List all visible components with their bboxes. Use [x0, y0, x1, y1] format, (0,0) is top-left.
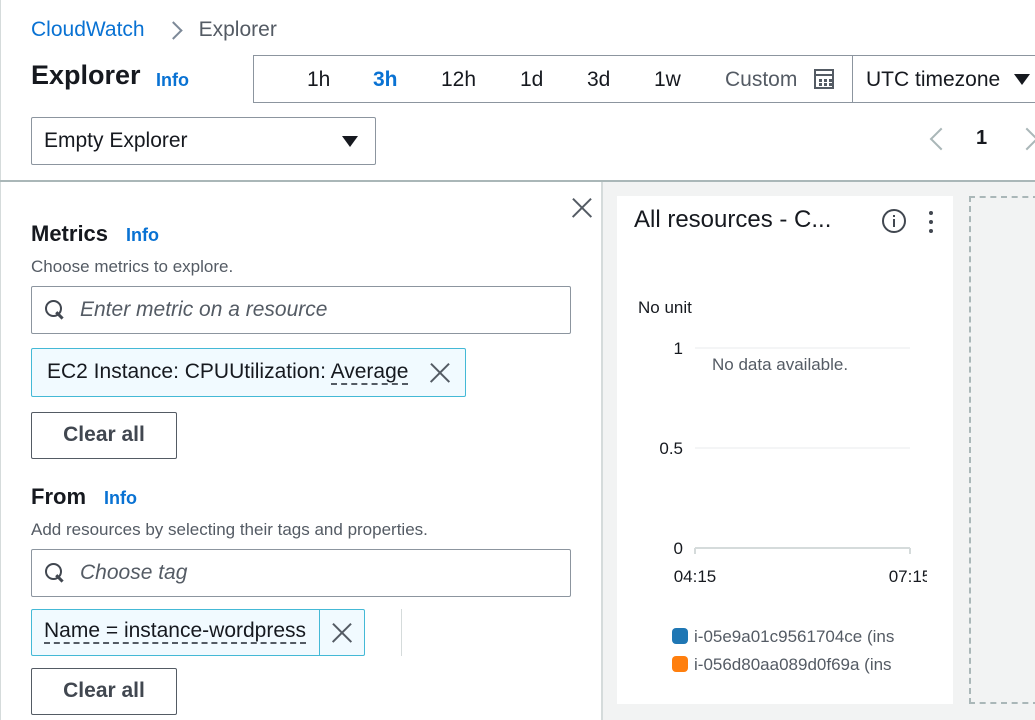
next-page-icon[interactable] — [1015, 127, 1035, 151]
search-icon — [45, 300, 64, 319]
metric-stat-dropdown[interactable]: Average — [330, 360, 409, 385]
pagination: 1 — [925, 123, 1035, 155]
y-tick-label: 0 — [674, 539, 683, 558]
y-tick-label: 1 — [674, 339, 683, 358]
from-clear-all-button[interactable]: Clear all — [31, 668, 177, 715]
widget-title[interactable]: All resources - C... — [634, 206, 831, 234]
time-range-1w[interactable]: 1w — [654, 68, 681, 92]
search-icon — [45, 563, 64, 582]
legend-swatch — [672, 628, 688, 644]
more-options-icon[interactable] — [927, 210, 935, 234]
x-tick-label: 07:15 — [889, 567, 927, 586]
close-icon[interactable] — [570, 196, 594, 220]
metric-search-placeholder: Enter metric on a resource — [80, 298, 328, 321]
time-range-custom[interactable]: Custom — [725, 68, 797, 92]
remove-tag-icon[interactable] — [330, 621, 354, 645]
token-group-divider — [401, 609, 402, 656]
remove-metric-icon[interactable] — [428, 361, 452, 385]
time-range-12h[interactable]: 12h — [441, 68, 476, 92]
explorer-select[interactable]: Empty Explorer — [31, 117, 376, 165]
time-range-1h[interactable]: 1h — [307, 68, 330, 92]
from-info-link[interactable]: Info — [104, 488, 137, 509]
time-range-3h[interactable]: 3h — [373, 68, 398, 92]
tag-search-placeholder: Choose tag — [80, 561, 188, 584]
breadcrumb-current: Explorer — [198, 18, 277, 41]
from-description: Add resources by selecting their tags an… — [31, 520, 428, 539]
tag-token-divider — [319, 610, 320, 655]
calendar-icon[interactable] — [814, 69, 834, 89]
legend-label: i-05e9a01c9561704ce (ins — [694, 627, 895, 646]
info-icon[interactable] — [882, 209, 906, 233]
legend-item[interactable]: i-05e9a01c9561704ce (ins — [672, 627, 912, 647]
metric-token-label: EC2 Instance: CPUUtilization: Average — [47, 360, 409, 385]
chevron-right-icon — [167, 19, 181, 41]
tag-token-label[interactable]: Name = instance-wordpress — [44, 620, 307, 644]
chart-no-data-message: No data available. — [712, 355, 849, 374]
chart-y-unit: No unit — [638, 298, 692, 317]
legend-item[interactable]: i-056d80aa089d0f69a (ins — [672, 655, 912, 675]
page-title: Explorer — [31, 60, 141, 90]
breadcrumb-cloudwatch-link[interactable]: CloudWatch — [31, 18, 145, 42]
time-range-3d[interactable]: 3d — [587, 68, 610, 92]
metrics-clear-all-button[interactable]: Clear all — [31, 412, 177, 459]
explorer-select-value: Empty Explorer — [44, 129, 188, 152]
legend-swatch — [672, 656, 688, 672]
from-title: From — [31, 484, 86, 509]
y-tick-label: 0.5 — [659, 439, 683, 458]
page-number[interactable]: 1 — [976, 127, 987, 150]
caret-down-icon — [342, 136, 358, 147]
next-widget-placeholder — [969, 196, 1035, 704]
metrics-description: Choose metrics to explore. — [31, 257, 234, 276]
timezone-select[interactable]: UTC timezone — [852, 55, 1035, 103]
caret-down-icon — [1014, 74, 1030, 85]
breadcrumb: CloudWatch Explorer — [31, 18, 277, 42]
tag-token: Name = instance-wordpress — [31, 609, 365, 656]
metric-token-prefix: EC2 Instance: CPUUtilization: — [47, 360, 331, 383]
page-info-link[interactable]: Info — [156, 70, 189, 91]
metrics-info-link[interactable]: Info — [126, 225, 159, 246]
previous-page-icon[interactable] — [929, 127, 953, 151]
metric-search-input[interactable]: Enter metric on a resource — [31, 286, 571, 334]
tag-search-input[interactable]: Choose tag — [31, 549, 571, 597]
x-tick-label: 04:15 — [674, 567, 717, 586]
time-range-1d[interactable]: 1d — [520, 68, 543, 92]
legend-label: i-056d80aa089d0f69a (ins — [694, 655, 892, 674]
time-range-selector: 1h 3h 12h 1d 3d 1w Custom — [253, 55, 853, 103]
timezone-value: UTC timezone — [866, 68, 1001, 91]
metrics-title: Metrics — [31, 221, 109, 246]
metric-token: EC2 Instance: CPUUtilization: Average — [31, 348, 466, 397]
